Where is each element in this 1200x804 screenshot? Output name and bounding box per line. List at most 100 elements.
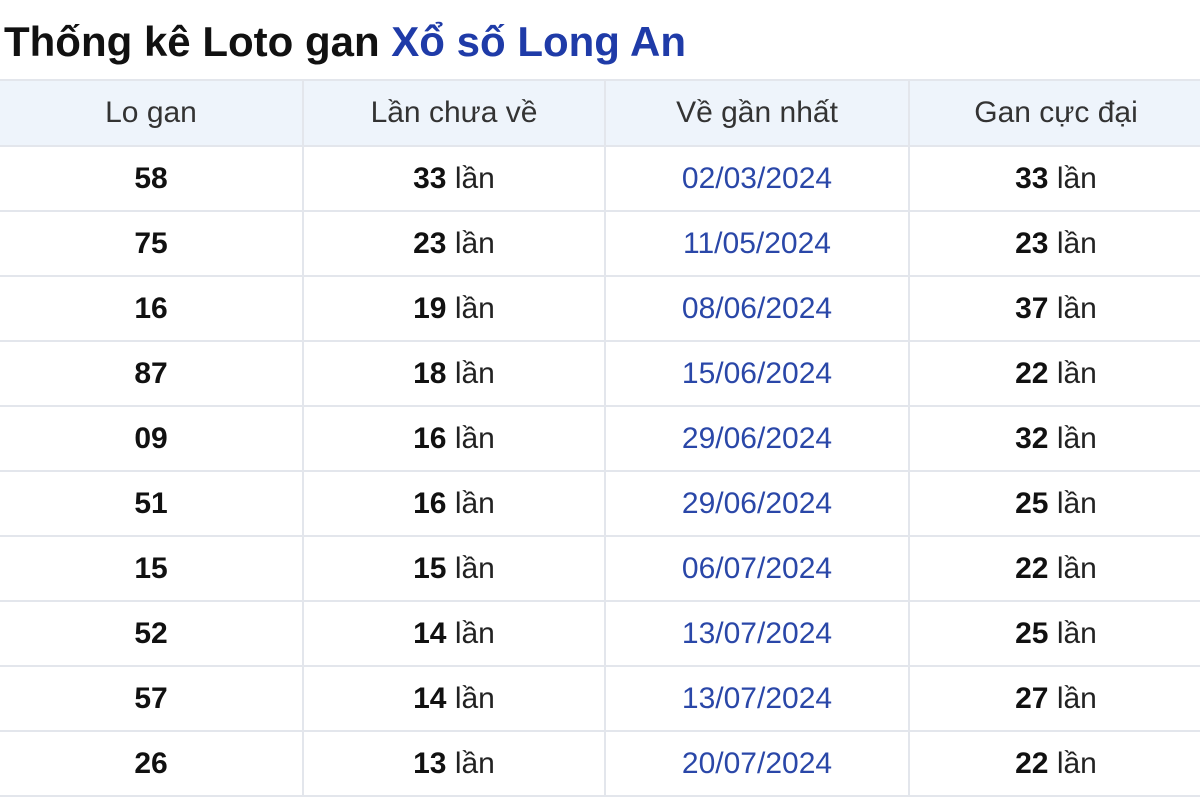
lan-chua-ve-cell: 23 lần xyxy=(302,210,606,277)
gan-cuc-dai-cell: 25 lần xyxy=(908,600,1200,667)
lan-chua-ve-cell: 13 lần xyxy=(302,730,606,797)
gan-cuc-dai-cell: 22 lần xyxy=(908,730,1200,797)
lo-gan-number: 51 xyxy=(0,470,304,537)
column-header-ve-gan-nhat: Về gần nhất xyxy=(604,79,910,147)
gan-cuc-dai-cell: 37 lần xyxy=(908,275,1200,342)
lan-chua-ve-unit: lần xyxy=(446,421,495,455)
lo-gan-number: 58 xyxy=(0,145,304,212)
gan-cuc-dai-count: 32 xyxy=(1015,421,1049,455)
table-header: Lo gan Lần chưa về Về gần nhất Gan cực đ… xyxy=(0,79,1200,147)
gan-cuc-dai-count: 22 xyxy=(1015,746,1049,780)
lan-chua-ve-count: 14 xyxy=(413,681,447,715)
ve-gan-nhat-date[interactable]: 11/05/2024 xyxy=(604,210,910,277)
lo-gan-number: 09 xyxy=(0,405,304,472)
table-body: 58 33 lần 02/03/2024 33 lần 75 23 lần 11/05/20… xyxy=(0,145,1200,797)
gan-cuc-dai-unit: lần xyxy=(1048,161,1097,195)
table-row: 57 14 lần 13/07/2024 27 lần xyxy=(0,665,1200,732)
lan-chua-ve-unit: lần xyxy=(446,616,495,650)
table-row: 87 18 lần 15/06/2024 22 lần xyxy=(0,340,1200,407)
ve-gan-nhat-date[interactable]: 29/06/2024 xyxy=(604,470,910,537)
lan-chua-ve-count: 15 xyxy=(413,551,447,585)
lan-chua-ve-count: 33 xyxy=(413,161,447,195)
ve-gan-nhat-date[interactable]: 06/07/2024 xyxy=(604,535,910,602)
lan-chua-ve-count: 13 xyxy=(413,746,447,780)
lan-chua-ve-cell: 16 lần xyxy=(302,470,606,537)
lan-chua-ve-unit: lần xyxy=(446,356,495,390)
ve-gan-nhat-date[interactable]: 02/03/2024 xyxy=(604,145,910,212)
table-header-row: Lo gan Lần chưa về Về gần nhất Gan cực đ… xyxy=(0,79,1200,147)
lan-chua-ve-unit: lần xyxy=(446,551,495,585)
lan-chua-ve-cell: 14 lần xyxy=(302,665,606,732)
ve-gan-nhat-date[interactable]: 20/07/2024 xyxy=(604,730,910,797)
gan-cuc-dai-count: 22 xyxy=(1015,551,1049,585)
lan-chua-ve-count: 19 xyxy=(413,291,447,325)
gan-cuc-dai-cell: 22 lần xyxy=(908,340,1200,407)
gan-cuc-dai-count: 33 xyxy=(1015,161,1049,195)
lan-chua-ve-unit: lần xyxy=(446,291,495,325)
column-header-lo-gan: Lo gan xyxy=(0,79,304,147)
lan-chua-ve-unit: lần xyxy=(446,681,495,715)
lan-chua-ve-cell: 18 lần xyxy=(302,340,606,407)
gan-cuc-dai-unit: lần xyxy=(1048,421,1097,455)
gan-cuc-dai-count: 27 xyxy=(1015,681,1049,715)
page-title-lottery-name: Xổ số Long An xyxy=(391,18,687,65)
gan-cuc-dai-cell: 32 lần xyxy=(908,405,1200,472)
gan-cuc-dai-cell: 27 lần xyxy=(908,665,1200,732)
page-title-main: Thống kê Loto gan xyxy=(4,18,392,65)
lan-chua-ve-unit: lần xyxy=(446,226,495,260)
lo-gan-number: 16 xyxy=(0,275,304,342)
column-header-gan-cuc-dai: Gan cực đại xyxy=(908,79,1200,147)
lan-chua-ve-cell: 15 lần xyxy=(302,535,606,602)
gan-cuc-dai-unit: lần xyxy=(1048,226,1097,260)
gan-cuc-dai-unit: lần xyxy=(1048,486,1097,520)
lo-gan-number: 57 xyxy=(0,665,304,732)
lan-chua-ve-cell: 16 lần xyxy=(302,405,606,472)
gan-cuc-dai-unit: lần xyxy=(1048,551,1097,585)
gan-cuc-dai-count: 25 xyxy=(1015,616,1049,650)
page-title: Thống kê Loto gan Xổ số Long An xyxy=(4,12,686,72)
gan-cuc-dai-count: 37 xyxy=(1015,291,1049,325)
gan-cuc-dai-cell: 22 lần xyxy=(908,535,1200,602)
table-row: 26 13 lần 20/07/2024 22 lần xyxy=(0,730,1200,797)
gan-cuc-dai-unit: lần xyxy=(1048,291,1097,325)
lan-chua-ve-count: 14 xyxy=(413,616,447,650)
lan-chua-ve-count: 16 xyxy=(413,421,447,455)
gan-cuc-dai-cell: 25 lần xyxy=(908,470,1200,537)
loto-gan-table: Lo gan Lần chưa về Về gần nhất Gan cực đ… xyxy=(0,79,1200,797)
table-row: 52 14 lần 13/07/2024 25 lần xyxy=(0,600,1200,667)
lo-gan-number: 52 xyxy=(0,600,304,667)
column-header-lan-chua-ve: Lần chưa về xyxy=(302,79,606,147)
ve-gan-nhat-date[interactable]: 29/06/2024 xyxy=(604,405,910,472)
table-row: 51 16 lần 29/06/2024 25 lần xyxy=(0,470,1200,537)
table-row: 16 19 lần 08/06/2024 37 lần xyxy=(0,275,1200,342)
gan-cuc-dai-cell: 33 lần xyxy=(908,145,1200,212)
gan-cuc-dai-count: 22 xyxy=(1015,356,1049,390)
lan-chua-ve-cell: 33 lần xyxy=(302,145,606,212)
gan-cuc-dai-unit: lần xyxy=(1048,681,1097,715)
lo-gan-number: 26 xyxy=(0,730,304,797)
gan-cuc-dai-cell: 23 lần xyxy=(908,210,1200,277)
lan-chua-ve-count: 16 xyxy=(413,486,447,520)
lo-gan-number: 15 xyxy=(0,535,304,602)
gan-cuc-dai-unit: lần xyxy=(1048,616,1097,650)
ve-gan-nhat-date[interactable]: 15/06/2024 xyxy=(604,340,910,407)
ve-gan-nhat-date[interactable]: 08/06/2024 xyxy=(604,275,910,342)
lan-chua-ve-unit: lần xyxy=(446,161,495,195)
gan-cuc-dai-unit: lần xyxy=(1048,746,1097,780)
lo-gan-number: 75 xyxy=(0,210,304,277)
ve-gan-nhat-date[interactable]: 13/07/2024 xyxy=(604,665,910,732)
lo-gan-number: 87 xyxy=(0,340,304,407)
gan-cuc-dai-count: 23 xyxy=(1015,226,1049,260)
table-row: 58 33 lần 02/03/2024 33 lần xyxy=(0,145,1200,212)
table-row: 15 15 lần 06/07/2024 22 lần xyxy=(0,535,1200,602)
gan-cuc-dai-unit: lần xyxy=(1048,356,1097,390)
table-row: 09 16 lần 29/06/2024 32 lần xyxy=(0,405,1200,472)
ve-gan-nhat-date[interactable]: 13/07/2024 xyxy=(604,600,910,667)
lan-chua-ve-count: 23 xyxy=(413,226,447,260)
gan-cuc-dai-count: 25 xyxy=(1015,486,1049,520)
table-row: 75 23 lần 11/05/2024 23 lần xyxy=(0,210,1200,277)
lan-chua-ve-cell: 19 lần xyxy=(302,275,606,342)
lan-chua-ve-unit: lần xyxy=(446,486,495,520)
lan-chua-ve-unit: lần xyxy=(446,746,495,780)
lan-chua-ve-cell: 14 lần xyxy=(302,600,606,667)
